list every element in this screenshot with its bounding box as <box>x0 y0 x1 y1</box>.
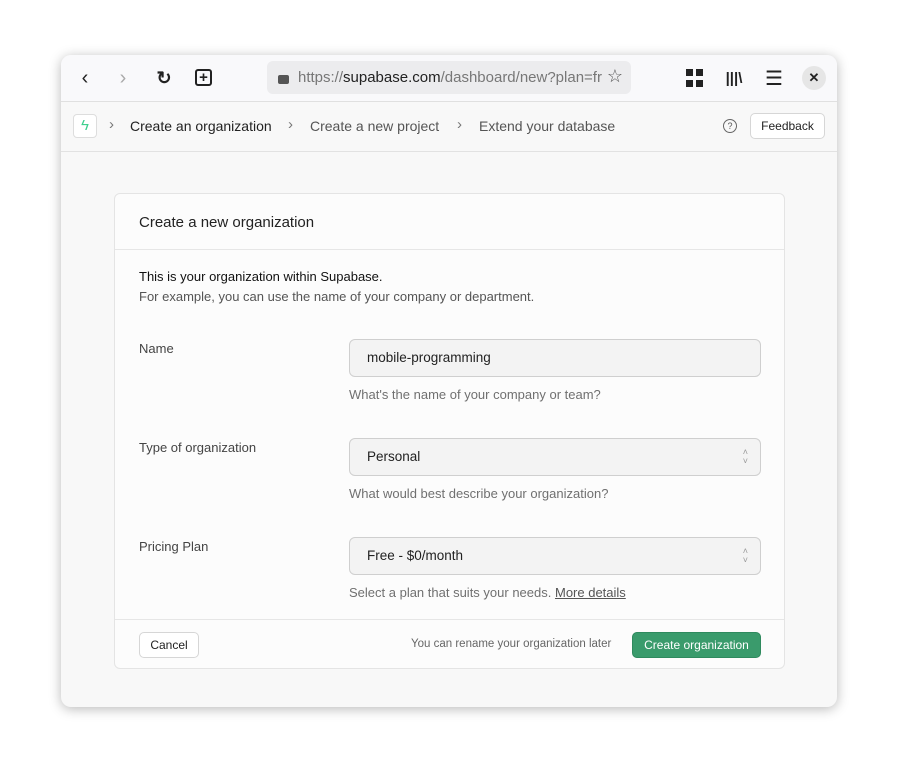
library-icon[interactable]: |||\ <box>724 67 744 89</box>
chevron-right-icon: › <box>288 116 293 133</box>
menu-icon[interactable]: ☰ <box>764 67 784 90</box>
help-icon[interactable]: ? <box>723 119 737 133</box>
browser-toolbar: ‹ › ↻ + https://supabase.com/dashboard/n… <box>61 55 837 102</box>
more-details-link[interactable]: More details <box>555 585 626 600</box>
name-help: What's the name of your company or team? <box>349 387 601 402</box>
type-label: Type of organization <box>139 440 257 455</box>
breadcrumb-item[interactable]: Create a new project <box>310 118 439 134</box>
plan-label: Pricing Plan <box>139 539 209 554</box>
supabase-logo-icon[interactable]: ϟ <box>73 114 97 138</box>
chevron-right-icon: › <box>109 116 114 133</box>
lock-icon <box>278 75 289 84</box>
chevron-up-down-icon: ˄ ˅ <box>742 546 748 565</box>
breadcrumb-item[interactable]: Create an organization <box>130 118 272 134</box>
forward-icon[interactable]: › <box>113 67 133 89</box>
cancel-button[interactable]: Cancel <box>139 632 199 658</box>
reload-icon[interactable]: ↻ <box>153 67 175 89</box>
card-title: Create a new organization <box>115 194 784 250</box>
plan-help: Select a plan that suits your needs. Mor… <box>349 585 626 600</box>
intro-subtext: For example, you can use the name of you… <box>139 289 535 304</box>
chevron-right-icon: › <box>457 116 462 133</box>
star-icon[interactable]: ☆ <box>606 66 623 87</box>
name-input[interactable]: mobile-programming <box>349 339 761 377</box>
breadcrumb: ϟ › Create an organization › Create a ne… <box>61 102 837 152</box>
browser-window: ‹ › ↻ + https://supabase.com/dashboard/n… <box>61 55 837 707</box>
intro-text: This is your organization within Supabas… <box>139 269 383 284</box>
type-select[interactable]: Personal ˄ ˅ <box>349 438 761 476</box>
extensions-icon[interactable] <box>685 69 703 87</box>
name-label: Name <box>139 341 174 356</box>
back-icon[interactable]: ‹ <box>75 67 95 89</box>
plan-select[interactable]: Free - $0/month ˄ ˅ <box>349 537 761 575</box>
chevron-up-down-icon: ˄ ˅ <box>742 447 748 466</box>
type-help: What would best describe your organizati… <box>349 486 609 501</box>
create-organization-button[interactable]: Create organization <box>632 632 761 658</box>
close-icon[interactable]: ✕ <box>802 66 826 90</box>
feedback-button[interactable]: Feedback <box>750 113 825 139</box>
create-organization-card: Create a new organization This is your o… <box>114 193 785 669</box>
url-bar[interactable]: https://supabase.com/dashboard/new?plan=… <box>267 61 631 94</box>
rename-note: You can rename your organization later <box>411 638 612 650</box>
card-footer: Cancel You can rename your organization … <box>115 619 784 669</box>
new-tab-icon[interactable]: + <box>195 69 212 86</box>
breadcrumb-item[interactable]: Extend your database <box>479 118 615 134</box>
